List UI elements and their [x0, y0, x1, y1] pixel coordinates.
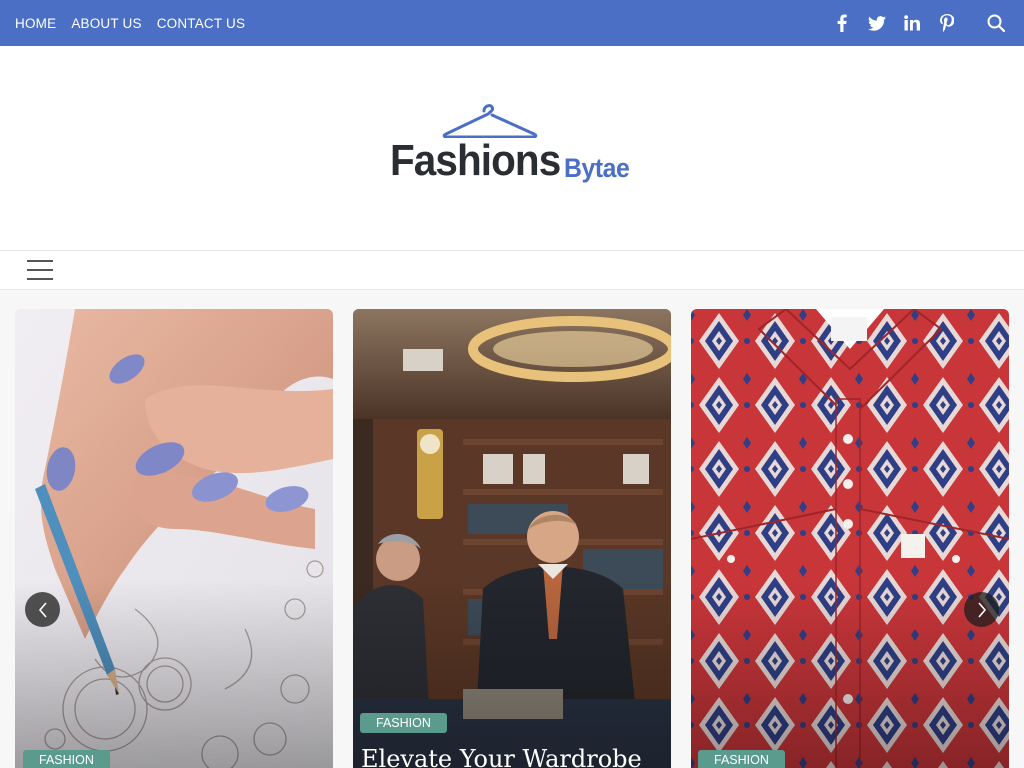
slider-prev-button[interactable]	[25, 592, 60, 627]
twitter-icon[interactable]	[868, 14, 886, 32]
search-icon[interactable]	[986, 13, 1006, 33]
category-badge[interactable]: FASHION	[23, 750, 110, 768]
hanger-icon	[442, 104, 538, 138]
linkedin-icon[interactable]	[903, 14, 921, 32]
featured-slider: FASHION FASHION Elevate Your Wardrobe FA…	[0, 290, 1024, 768]
social-links	[833, 0, 956, 46]
article-title[interactable]: Elevate Your Wardrobe	[361, 745, 642, 768]
site-logo[interactable]: Fashions Bytae	[390, 102, 640, 198]
menu-bar	[0, 250, 1024, 290]
slider-card[interactable]: FASHION	[15, 309, 333, 768]
nav-link-contact-us[interactable]: CONTACT US	[157, 16, 246, 31]
site-header: Fashions Bytae	[0, 46, 1024, 250]
category-badge[interactable]: FASHION	[360, 713, 447, 733]
chevron-left-icon	[38, 601, 47, 618]
nav-link-about-us[interactable]: ABOUT US	[71, 16, 141, 31]
hamburger-menu-icon[interactable]	[27, 260, 53, 280]
pinterest-icon[interactable]	[938, 14, 956, 32]
logo-subtext: Bytae	[564, 153, 630, 183]
slider-card[interactable]: FASHION	[691, 309, 1009, 768]
top-navigation-bar: HOME ABOUT US CONTACT US	[0, 0, 1024, 46]
slider-card[interactable]: FASHION Elevate Your Wardrobe	[353, 309, 671, 768]
facebook-icon[interactable]	[833, 14, 851, 32]
chevron-right-icon	[977, 601, 986, 618]
category-badge[interactable]: FASHION	[698, 750, 785, 768]
slider-next-button[interactable]	[964, 592, 999, 627]
nav-link-home[interactable]: HOME	[15, 16, 56, 31]
logo-wordmark: Fashions	[390, 136, 561, 185]
primary-nav: HOME ABOUT US CONTACT US	[15, 16, 245, 31]
